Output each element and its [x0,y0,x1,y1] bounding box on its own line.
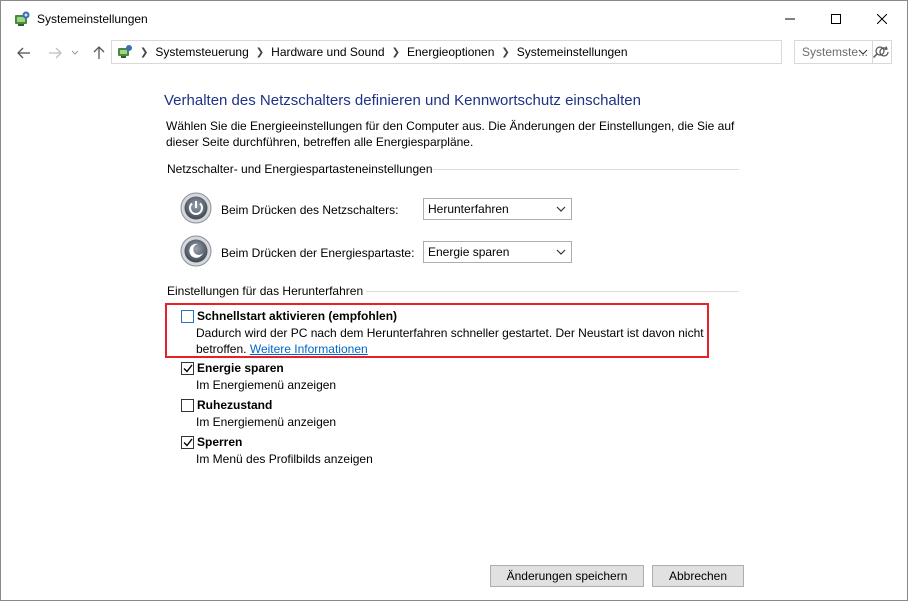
breadcrumb-systemsteuerung[interactable]: Systemsteuerung [155,45,248,59]
shutdown-header: Einstellungen für das Herunterfahren [167,284,363,298]
more-info-link[interactable]: Weitere Informationen [250,342,368,356]
sleep-button-action-select[interactable]: Energie sparen [423,241,572,263]
control-panel-icon [118,45,132,58]
maximize-button[interactable] [813,1,859,37]
sleep-icon [180,235,212,267]
checkmark-icon [183,364,193,373]
page-description: Wählen Sie die Energieeinstellungen für … [166,119,735,149]
search-box[interactable] [794,40,892,64]
sleep-option-title: Energie sparen [197,361,284,375]
minimize-button[interactable] [767,1,813,37]
breadcrumb-separator: ❯ [140,46,149,58]
power-button-action-select[interactable]: Herunterfahren [423,198,572,220]
chevron-down-icon [71,50,79,55]
close-icon [877,14,887,24]
breadcrumb-separator: ❯ [501,46,510,58]
address-bar[interactable]: ❯ Systemsteuerung ❯ Hardware und Sound ❯… [111,40,889,64]
chevron-down-icon [556,206,566,212]
recent-locations-button[interactable] [68,42,82,64]
close-button[interactable] [859,1,905,37]
power-icon [180,192,212,224]
lock-option-checkbox[interactable] [181,436,194,449]
hibernate-option-subtitle: Im Energiemenü anzeigen [196,415,337,429]
window: Systemeinstellungen ❯ Systemsteuerung ❯ … [0,0,908,601]
minimize-icon [785,18,795,20]
arrow-left-icon [17,47,30,59]
power-button-label: Beim Drücken des Netzschalters: [221,203,399,217]
checkmark-icon [183,438,193,447]
hibernate-option-checkbox[interactable] [181,399,194,412]
save-changes-button[interactable]: Änderungen speichern [490,565,644,587]
fast-startup-title: Schnellstart aktivieren (empfohlen) [197,309,398,323]
navigation-bar: ❯ Systemsteuerung ❯ Hardware und Sound ❯… [1,38,907,66]
breadcrumb-separator: ❯ [391,46,400,58]
back-button[interactable] [13,42,35,64]
hibernate-option-title: Ruhezustand [197,398,273,412]
chevron-down-icon [556,249,566,255]
sleep-button-label: Beim Drücken der Energiespartaste: [221,246,415,260]
divider [433,169,739,170]
breadcrumb-energieoptionen[interactable]: Energieoptionen [407,45,494,59]
cancel-button[interactable]: Abbrechen [652,565,744,587]
lock-option-title: Sperren [197,435,243,449]
maximize-icon [831,14,841,24]
breadcrumb-systemeinstellungen[interactable]: Systemeinstellungen [517,45,628,59]
forward-button[interactable] [44,42,66,64]
power-buttons-header: Netzschalter- und Energiespartasteneinst… [167,162,433,176]
search-input[interactable] [802,45,874,59]
content-area: Verhalten des Netzschalters definieren u… [1,67,907,601]
sleep-option-subtitle: Im Energiemenü anzeigen [196,378,337,392]
fast-startup-description: Dadurch wird der PC nach dem Herunterfah… [196,325,708,357]
divider [366,291,739,292]
sleep-button-action-value: Energie sparen [428,245,510,259]
control-panel-icon [15,11,30,26]
sleep-option-checkbox[interactable] [181,362,194,375]
shutdown-header-label: Einstellungen für das Herunterfahren [167,284,364,298]
power-buttons-header-label: Netzschalter- und Energiespartasteneinst… [167,162,433,176]
up-button[interactable] [88,42,110,64]
window-title: Systemeinstellungen [37,12,148,26]
lock-option-subtitle: Im Menü des Profilbilds anzeigen [196,452,373,466]
page-title: Verhalten des Netzschalters definieren u… [164,92,641,109]
arrow-up-icon [93,46,105,59]
power-button-action-value: Herunterfahren [428,202,509,216]
arrow-right-icon [49,47,62,59]
breadcrumb-separator: ❯ [255,46,265,58]
search-icon[interactable] [872,45,886,59]
fast-startup-checkbox[interactable] [181,310,194,323]
title-bar: Systemeinstellungen [1,1,907,37]
breadcrumb-hardware-und-sound[interactable]: Hardware und Sound [271,45,384,59]
